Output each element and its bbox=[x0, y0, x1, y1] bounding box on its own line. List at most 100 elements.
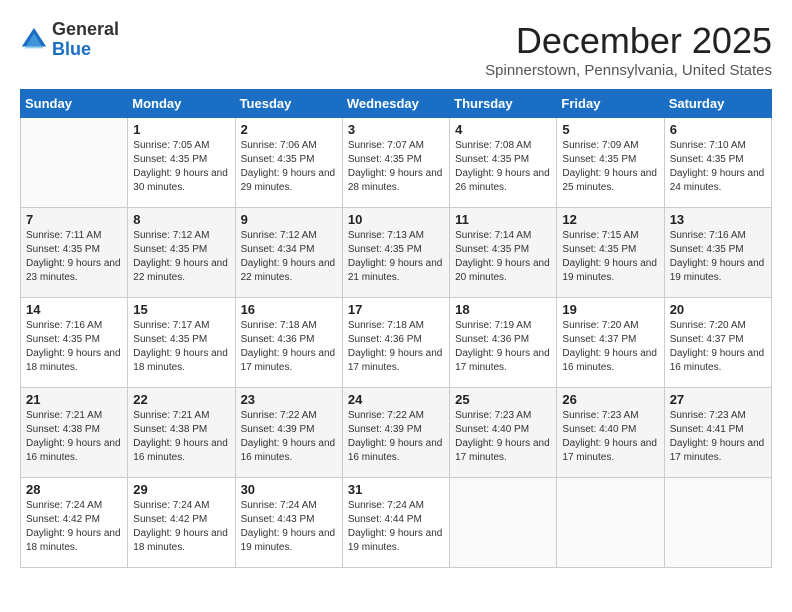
day-number: 7 bbox=[26, 212, 122, 227]
day-number: 8 bbox=[133, 212, 229, 227]
col-header-friday: Friday bbox=[557, 90, 664, 118]
cell-info: Sunrise: 7:22 AMSunset: 4:39 PMDaylight:… bbox=[348, 409, 444, 465]
calendar-cell: 28 Sunrise: 7:24 AMSunset: 4:42 PMDayligh… bbox=[21, 478, 128, 568]
calendar-cell bbox=[450, 478, 557, 568]
day-number: 22 bbox=[133, 392, 229, 407]
cell-info: Sunrise: 7:18 AMSunset: 4:36 PMDaylight:… bbox=[241, 319, 337, 375]
calendar-cell: 24 Sunrise: 7:22 AMSunset: 4:39 PMDayligh… bbox=[342, 388, 449, 478]
cell-info: Sunrise: 7:22 AMSunset: 4:39 PMDaylight:… bbox=[241, 409, 337, 465]
cell-info: Sunrise: 7:10 AMSunset: 4:35 PMDaylight:… bbox=[670, 139, 766, 195]
calendar-cell: 19 Sunrise: 7:20 AMSunset: 4:37 PMDayligh… bbox=[557, 298, 664, 388]
calendar-cell bbox=[21, 118, 128, 208]
day-number: 20 bbox=[670, 302, 766, 317]
cell-info: Sunrise: 7:12 AMSunset: 4:35 PMDaylight:… bbox=[133, 229, 229, 285]
day-number: 10 bbox=[348, 212, 444, 227]
calendar-cell: 1 Sunrise: 7:05 AMSunset: 4:35 PMDaylight… bbox=[128, 118, 235, 208]
day-number: 17 bbox=[348, 302, 444, 317]
calendar-cell: 16 Sunrise: 7:18 AMSunset: 4:36 PMDayligh… bbox=[235, 298, 342, 388]
cell-info: Sunrise: 7:23 AMSunset: 4:40 PMDaylight:… bbox=[562, 409, 658, 465]
day-number: 27 bbox=[670, 392, 766, 407]
cell-info: Sunrise: 7:14 AMSunset: 4:35 PMDaylight:… bbox=[455, 229, 551, 285]
day-number: 24 bbox=[348, 392, 444, 407]
calendar-cell: 27Sunrise: 7:23 AMSunset: 4:41 PMDayligh… bbox=[664, 388, 771, 478]
day-number: 5 bbox=[562, 122, 658, 137]
cell-info: Sunrise: 7:12 AMSunset: 4:34 PMDaylight:… bbox=[241, 229, 337, 285]
cell-info: Sunrise: 7:08 AMSunset: 4:35 PMDaylight:… bbox=[455, 139, 551, 195]
day-number: 1 bbox=[133, 122, 229, 137]
calendar-cell: 30Sunrise: 7:24 AMSunset: 4:43 PMDayligh… bbox=[235, 478, 342, 568]
cell-info: Sunrise: 7:11 AMSunset: 4:35 PMDaylight:… bbox=[26, 229, 122, 285]
day-number: 30 bbox=[241, 482, 337, 497]
calendar-cell bbox=[664, 478, 771, 568]
day-number: 25 bbox=[455, 392, 551, 407]
calendar-cell: 8 Sunrise: 7:12 AMSunset: 4:35 PMDaylight… bbox=[128, 208, 235, 298]
cell-info: Sunrise: 7:06 AMSunset: 4:35 PMDaylight:… bbox=[241, 139, 337, 195]
day-number: 19 bbox=[562, 302, 658, 317]
cell-info: Sunrise: 7:18 AMSunset: 4:36 PMDaylight:… bbox=[348, 319, 444, 375]
cell-info: Sunrise: 7:16 AMSunset: 4:35 PMDaylight:… bbox=[670, 229, 766, 285]
cell-info: Sunrise: 7:20 AMSunset: 4:37 PMDaylight:… bbox=[670, 319, 766, 375]
cell-info: Sunrise: 7:24 AMSunset: 4:42 PMDaylight:… bbox=[26, 499, 122, 555]
calendar-header: SundayMondayTuesdayWednesdayThursdayFrid… bbox=[21, 90, 772, 118]
location-title: Spinnerstown, Pennsylvania, United State… bbox=[485, 62, 772, 79]
col-header-wednesday: Wednesday bbox=[342, 90, 449, 118]
calendar-cell: 2 Sunrise: 7:06 AMSunset: 4:35 PMDaylight… bbox=[235, 118, 342, 208]
col-header-monday: Monday bbox=[128, 90, 235, 118]
calendar-cell: 12 Sunrise: 7:15 AMSunset: 4:35 PMDayligh… bbox=[557, 208, 664, 298]
day-number: 26 bbox=[562, 392, 658, 407]
page-header: General Blue December 2025 Spinnerstown,… bbox=[20, 20, 772, 79]
calendar-week-2: 7 Sunrise: 7:11 AMSunset: 4:35 PMDaylight… bbox=[21, 208, 772, 298]
day-number: 15 bbox=[133, 302, 229, 317]
calendar-week-4: 21Sunrise: 7:21 AMSunset: 4:38 PMDayligh… bbox=[21, 388, 772, 478]
col-header-saturday: Saturday bbox=[664, 90, 771, 118]
calendar-cell: 4 Sunrise: 7:08 AMSunset: 4:35 PMDaylight… bbox=[450, 118, 557, 208]
day-number: 31 bbox=[348, 482, 444, 497]
day-number: 4 bbox=[455, 122, 551, 137]
calendar-cell: 6 Sunrise: 7:10 AMSunset: 4:35 PMDaylight… bbox=[664, 118, 771, 208]
day-number: 6 bbox=[670, 122, 766, 137]
calendar-table: SundayMondayTuesdayWednesdayThursdayFrid… bbox=[20, 89, 772, 568]
calendar-cell: 22 Sunrise: 7:21 AMSunset: 4:38 PMDayligh… bbox=[128, 388, 235, 478]
cell-info: Sunrise: 7:09 AMSunset: 4:35 PMDaylight:… bbox=[562, 139, 658, 195]
day-number: 13 bbox=[670, 212, 766, 227]
calendar-cell: 10Sunrise: 7:13 AMSunset: 4:35 PMDayligh… bbox=[342, 208, 449, 298]
cell-info: Sunrise: 7:21 AMSunset: 4:38 PMDaylight:… bbox=[133, 409, 229, 465]
calendar-cell: 26 Sunrise: 7:23 AMSunset: 4:40 PMDayligh… bbox=[557, 388, 664, 478]
logo-blue-text: Blue bbox=[52, 40, 119, 60]
day-number: 3 bbox=[348, 122, 444, 137]
calendar-cell: 15Sunrise: 7:17 AMSunset: 4:35 PMDayligh… bbox=[128, 298, 235, 388]
calendar-cell: 29Sunrise: 7:24 AMSunset: 4:42 PMDayligh… bbox=[128, 478, 235, 568]
day-number: 12 bbox=[562, 212, 658, 227]
calendar-cell: 25 Sunrise: 7:23 AMSunset: 4:40 PMDayligh… bbox=[450, 388, 557, 478]
cell-info: Sunrise: 7:07 AMSunset: 4:35 PMDaylight:… bbox=[348, 139, 444, 195]
calendar-week-3: 14Sunrise: 7:16 AMSunset: 4:35 PMDayligh… bbox=[21, 298, 772, 388]
logo-icon bbox=[20, 26, 48, 54]
calendar-cell: 18Sunrise: 7:19 AMSunset: 4:36 PMDayligh… bbox=[450, 298, 557, 388]
cell-info: Sunrise: 7:20 AMSunset: 4:37 PMDaylight:… bbox=[562, 319, 658, 375]
title-block: December 2025 Spinnerstown, Pennsylvania… bbox=[485, 20, 772, 79]
cell-info: Sunrise: 7:24 AMSunset: 4:44 PMDaylight:… bbox=[348, 499, 444, 555]
day-number: 16 bbox=[241, 302, 337, 317]
col-header-sunday: Sunday bbox=[21, 90, 128, 118]
calendar-cell: 5 Sunrise: 7:09 AMSunset: 4:35 PMDaylight… bbox=[557, 118, 664, 208]
col-header-thursday: Thursday bbox=[450, 90, 557, 118]
calendar-cell: 7 Sunrise: 7:11 AMSunset: 4:35 PMDaylight… bbox=[21, 208, 128, 298]
calendar-cell: 14Sunrise: 7:16 AMSunset: 4:35 PMDayligh… bbox=[21, 298, 128, 388]
calendar-cell: 17 Sunrise: 7:18 AMSunset: 4:36 PMDayligh… bbox=[342, 298, 449, 388]
cell-info: Sunrise: 7:21 AMSunset: 4:38 PMDaylight:… bbox=[26, 409, 122, 465]
day-number: 28 bbox=[26, 482, 122, 497]
cell-info: Sunrise: 7:15 AMSunset: 4:35 PMDaylight:… bbox=[562, 229, 658, 285]
logo-general-text: General bbox=[52, 20, 119, 40]
day-number: 11 bbox=[455, 212, 551, 227]
logo: General Blue bbox=[20, 20, 119, 60]
day-number: 23 bbox=[241, 392, 337, 407]
col-header-tuesday: Tuesday bbox=[235, 90, 342, 118]
cell-info: Sunrise: 7:23 AMSunset: 4:40 PMDaylight:… bbox=[455, 409, 551, 465]
cell-info: Sunrise: 7:05 AMSunset: 4:35 PMDaylight:… bbox=[133, 139, 229, 195]
calendar-cell bbox=[557, 478, 664, 568]
day-number: 18 bbox=[455, 302, 551, 317]
calendar-cell: 11 Sunrise: 7:14 AMSunset: 4:35 PMDayligh… bbox=[450, 208, 557, 298]
day-number: 2 bbox=[241, 122, 337, 137]
calendar-cell: 9Sunrise: 7:12 AMSunset: 4:34 PMDaylight… bbox=[235, 208, 342, 298]
calendar-cell: 13 Sunrise: 7:16 AMSunset: 4:35 PMDayligh… bbox=[664, 208, 771, 298]
